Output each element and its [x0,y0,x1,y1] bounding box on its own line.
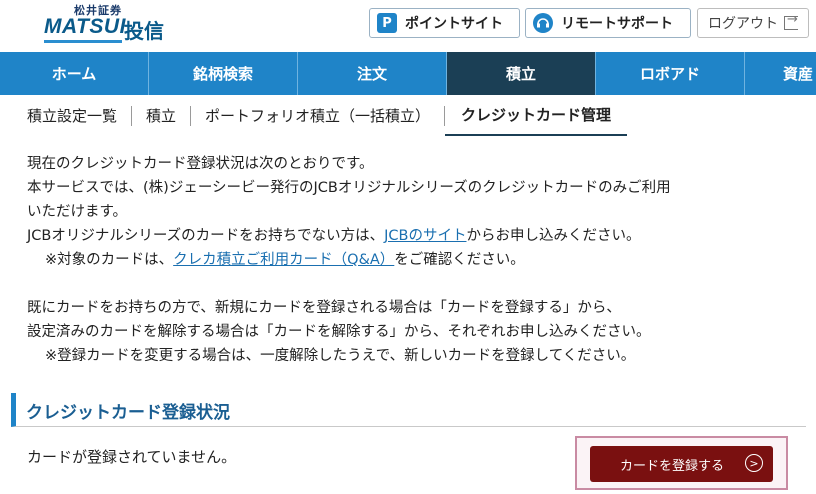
description-line: JCBオリジナルシリーズのカードをお持ちでない方は、JCBのサイトからお申し込み… [27,224,807,248]
header: 松井証券 MATSUI 投信 P ポイントサイト リモートサポート ログアウト [0,0,816,52]
subnav-item-portfolio[interactable]: ポートフォリオ積立（一括積立） [191,105,446,126]
gnav-item-home[interactable]: ホーム [0,52,149,95]
gnav-item-tsumitate[interactable]: 積立 [447,52,596,95]
point-site-button[interactable]: P ポイントサイト [369,8,520,38]
description-line: 設定済みのカードを解除する場合は「カードを解除する」から、それぞれお申し込みくだ… [27,324,651,340]
description-text: をご確認ください。 [394,252,525,268]
description-line: いただけます。 [27,204,128,220]
subnav-item-tsumitate[interactable]: 積立 [132,105,192,126]
logout-button[interactable]: ログアウト [697,8,809,38]
description-line: 本サービスでは、(株)ジェーシービー発行のJCBオリジナルシリーズのクレジットカ… [27,180,671,196]
headset-icon [533,13,553,33]
chevron-right-circle-icon: > [745,454,763,472]
jcb-site-link[interactable]: JCBのサイト [384,228,466,244]
remote-support-label: リモートサポート [561,16,673,32]
point-icon: P [377,13,397,33]
eligible-card-qa-link[interactable]: クレカ積立ご利用カード（Q&A） [173,252,394,268]
logout-label: ログアウト [708,16,778,32]
description-line: 既にカードをお持ちの方で、新規にカードを登録される場合は「カードを登録する」から… [27,300,621,316]
subnav-item-settings-list[interactable]: 積立設定一覧 [0,105,133,126]
gnav-item-assets[interactable]: 資産 [745,52,816,95]
gnav-item-fund-search[interactable]: 銘柄検索 [149,52,298,95]
logo-sub-text: 投信 [124,19,164,43]
remote-support-button[interactable]: リモートサポート [525,8,691,38]
logout-icon [784,12,798,30]
matsui-logo[interactable]: 松井証券 MATSUI 投信 [44,2,174,48]
global-nav: ホーム 銘柄検索 注文 積立 ロボアド 資産 [0,52,816,95]
description-line: ※対象のカードは、クレカ積立ご利用カード（Q&A）をご確認ください。 [27,248,807,272]
sub-nav: 積立設定一覧 積立 ポートフォリオ積立（一括積立） クレジットカード管理 [0,95,816,136]
logo-underline [44,40,122,43]
registration-status: カードが登録されていません。 [27,448,237,466]
subnav-item-credit-card[interactable]: クレジットカード管理 [445,95,628,136]
description-text: JCBオリジナルシリーズのカードをお持ちでない方は、 [27,228,385,244]
section-heading: クレジットカード登録状況 [11,393,806,427]
point-site-label: ポイントサイト [405,16,503,32]
gnav-item-roboad[interactable]: ロボアド [596,52,745,95]
register-card-button[interactable]: カードを登録する > [590,446,773,482]
description-line: 現在のクレジットカード登録状況は次のとおりです。 [27,156,374,172]
register-card-label: カードを登録する [620,458,725,474]
description: 現在のクレジットカード登録状況は次のとおりです。 本サービスでは、(株)ジェーシ… [27,152,807,368]
section-title: クレジットカード登録状況 [26,403,230,423]
logo-brand-text: MATSUI [44,15,126,38]
description-line: ※登録カードを変更する場合は、一度解除したうえで、新しいカードを登録してください… [45,348,636,364]
description-text: からお申し込みください。 [466,228,641,244]
gnav-item-order[interactable]: 注文 [298,52,447,95]
description-text: ※対象のカードは、 [45,252,174,268]
